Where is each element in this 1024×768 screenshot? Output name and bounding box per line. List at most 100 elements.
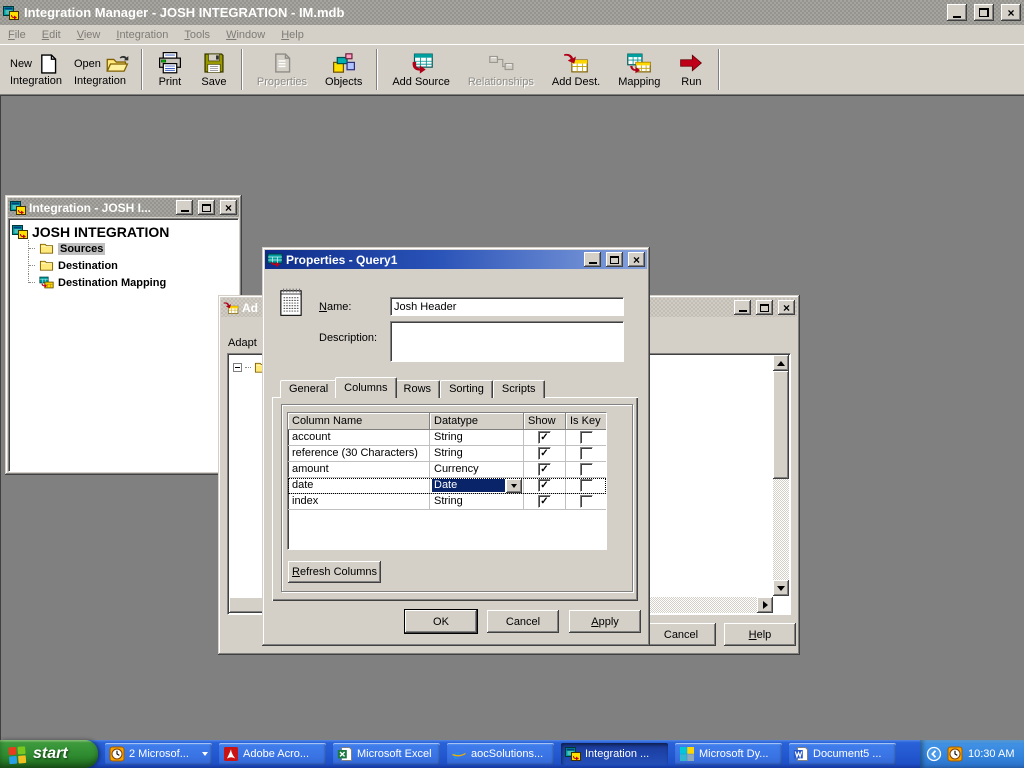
toolbar-print-button[interactable]: Print (148, 47, 192, 92)
is-key-checkbox[interactable] (580, 447, 593, 460)
minimize-button[interactable] (947, 4, 967, 21)
tab-rows[interactable]: Rows (395, 380, 441, 398)
column-name-cell[interactable]: amount (288, 462, 430, 478)
tree-item-sources[interactable]: Sources (22, 240, 235, 257)
dialog-close-button[interactable]: × (628, 252, 645, 267)
grid-row-index[interactable]: indexString ✓ (288, 494, 606, 510)
column-name-cell[interactable]: account (288, 430, 430, 446)
scroll-up-button[interactable] (773, 355, 789, 371)
taskbar-button-aocsolutions[interactable]: eaocSolutions... (447, 743, 554, 765)
grid-row-reference-30-Characters-[interactable]: reference (30 Characters)String ✓ (288, 446, 606, 462)
is-key-checkbox-cell (566, 430, 607, 446)
taskbar-button-adobe-acro[interactable]: Adobe Acro... (219, 743, 326, 765)
toolbar-save-button[interactable]: Save (192, 47, 236, 92)
vertical-scroll-thumb[interactable] (773, 371, 789, 479)
datatype-cell[interactable]: String (430, 430, 524, 446)
tab-columns[interactable]: Columns (335, 377, 396, 398)
adapter-help-button[interactable]: Help (724, 623, 796, 646)
adapter-maximize-button[interactable] (756, 300, 773, 315)
toolbar-separator (141, 49, 143, 90)
toolbar-add-dest-button[interactable]: Add Dest. (543, 47, 609, 92)
show-checkbox[interactable]: ✓ (538, 495, 551, 508)
tab-sorting[interactable]: Sorting (440, 380, 493, 398)
tree-root-node[interactable]: JOSH INTEGRATION (12, 224, 235, 240)
tree-maximize-button[interactable] (198, 200, 215, 215)
adapter-close-button[interactable]: × (778, 300, 795, 315)
taskbar-button-microsoft-excel[interactable]: Microsoft Excel (333, 743, 440, 765)
show-checkbox[interactable]: ✓ (538, 431, 551, 444)
toolbar: NewIntegrationOpenIntegrationPrintSavePr… (0, 44, 1024, 94)
adapter-minimize-button[interactable] (734, 300, 751, 315)
show-checkbox[interactable]: ✓ (538, 463, 551, 476)
toolbar-run-button[interactable]: Run (669, 47, 713, 92)
toolbar-objects-button[interactable]: Objects (316, 47, 371, 92)
menu-tools[interactable]: Tools (176, 27, 218, 43)
dialog-minimize-button[interactable] (584, 252, 601, 267)
vertical-scrollbar[interactable] (773, 355, 789, 596)
chevron-left-icon[interactable] (926, 746, 942, 762)
is-key-checkbox[interactable] (580, 463, 593, 476)
show-checkbox-cell: ✓ (524, 494, 566, 510)
tree-collapse-icon[interactable] (233, 363, 242, 372)
cancel-button[interactable]: Cancel (487, 610, 559, 633)
datatype-cell[interactable]: Currency (430, 462, 524, 478)
datatype-cell[interactable]: String (430, 494, 524, 510)
taskbar-button-document5[interactable]: Document5 ... (789, 743, 896, 765)
datatype-combobox[interactable]: Date (430, 478, 524, 494)
integration-tree-title: Integration - JOSH I... (29, 201, 171, 215)
taskbar-button-2-microsof[interactable]: 2 Microsof... (105, 743, 212, 765)
datatype-selected-value: Date (432, 479, 505, 492)
tree-item-destination-mapping[interactable]: Destination Mapping (22, 274, 235, 291)
taskbar-group-dropdown-icon[interactable] (202, 752, 208, 756)
tab-scripts[interactable]: Scripts (493, 380, 545, 398)
tray-clock-icon[interactable] (947, 746, 963, 762)
menu-integration[interactable]: Integration (108, 27, 176, 43)
is-key-checkbox[interactable] (580, 479, 593, 492)
menu-window[interactable]: Window (218, 27, 273, 43)
menu-file[interactable]: File (0, 27, 34, 43)
close-button[interactable]: × (1001, 4, 1021, 21)
is-key-checkbox[interactable] (580, 431, 593, 444)
restore-button[interactable] (974, 4, 994, 21)
refresh-columns-button[interactable]: Refresh Columns (288, 561, 381, 583)
grid-row-date[interactable]: dateDate ✓ (288, 478, 606, 494)
menu-edit[interactable]: Edit (34, 27, 69, 43)
column-name-cell[interactable]: reference (30 Characters) (288, 446, 430, 462)
start-button[interactable]: start (0, 740, 98, 768)
ok-button[interactable]: OK (405, 610, 477, 633)
relationships-icon (488, 52, 514, 74)
tree-minimize-button[interactable] (176, 200, 193, 215)
toolbar-new-integration-button[interactable]: NewIntegration (4, 47, 68, 92)
grid-row-amount[interactable]: amountCurrency ✓ (288, 462, 606, 478)
integration-tree-window: Integration - JOSH I... × JOSH INTEGRATI… (5, 195, 242, 475)
apply-button[interactable]: Apply (569, 610, 641, 633)
datatype-cell[interactable]: String (430, 446, 524, 462)
show-checkbox[interactable]: ✓ (538, 447, 551, 460)
menu-view[interactable]: View (69, 27, 109, 43)
toolbar-add-source-button[interactable]: Add Source (383, 47, 458, 92)
grid-row-account[interactable]: accountString ✓ (288, 430, 606, 446)
dialog-maximize-button[interactable] (606, 252, 623, 267)
query-icon (267, 252, 283, 268)
description-input[interactable] (390, 321, 624, 362)
scroll-right-button[interactable] (757, 597, 773, 613)
taskbar-button-label: aocSolutions... (471, 748, 543, 760)
scroll-down-button[interactable] (773, 580, 789, 596)
show-checkbox[interactable]: ✓ (538, 479, 551, 492)
toolbar-open-integration-button[interactable]: OpenIntegration (68, 47, 136, 92)
toolbar-mapping-button[interactable]: Mapping (609, 47, 669, 92)
taskbar-button-integration[interactable]: Integration ... (561, 743, 668, 765)
is-key-checkbox[interactable] (580, 495, 593, 508)
adapter-cancel-button[interactable]: Cancel (646, 623, 716, 646)
taskbar-button-label: Microsoft Excel (357, 748, 432, 760)
menu-help[interactable]: Help (273, 27, 312, 43)
tree-close-button[interactable]: × (220, 200, 237, 215)
open-folder-icon (104, 53, 130, 75)
taskbar-button-microsoft-dy[interactable]: Microsoft Dy... (675, 743, 782, 765)
tree-item-destination[interactable]: Destination (22, 257, 235, 274)
name-input[interactable] (390, 297, 624, 316)
column-name-cell[interactable]: index (288, 494, 430, 510)
combo-dropdown-button[interactable] (506, 479, 522, 493)
tab-general[interactable]: General (280, 380, 337, 398)
column-name-cell[interactable]: date (288, 478, 430, 494)
